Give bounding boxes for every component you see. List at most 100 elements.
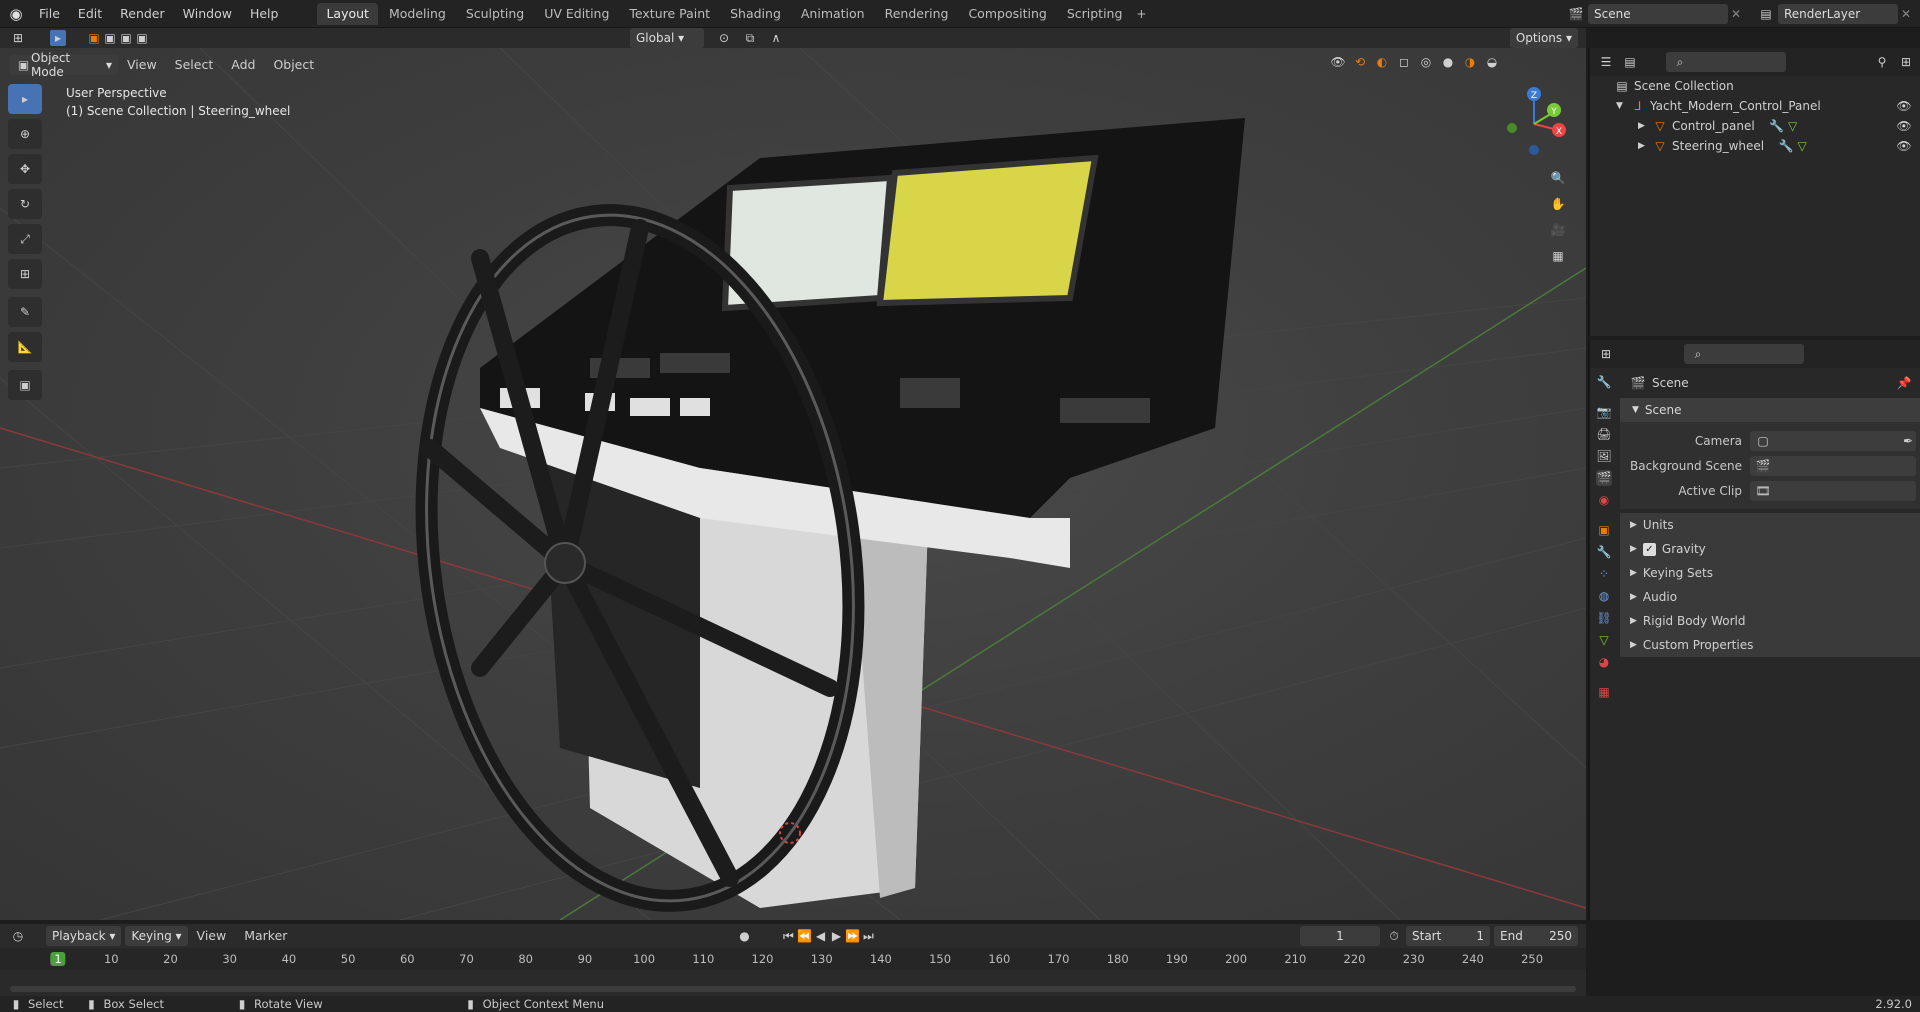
next-keyframe-icon[interactable]: ⏩ [844,928,860,944]
navigation-gizmo[interactable]: Z X Y [1490,80,1570,160]
jump-end-icon[interactable]: ⏭ [860,928,876,944]
select-invert-icon[interactable]: ▣ [134,30,150,46]
properties-search-input[interactable]: ⌕ [1684,344,1804,364]
shading-wireframe-icon[interactable]: ◎ [1418,54,1434,70]
modifier-tab-icon[interactable]: 🔧 [1596,544,1612,560]
tab-layout[interactable]: Layout [317,2,378,25]
timeline-scrollbar[interactable] [10,986,1576,992]
outliner-item[interactable]: ▼ ⅃ Yacht_Modern_Control_Panel 👁 [1590,96,1920,116]
tool-rotate[interactable]: ↻ [8,189,42,219]
record-icon[interactable]: ● [736,928,752,944]
render-layer-icon[interactable]: ▤ [1758,6,1774,22]
menu-help[interactable]: Help [241,3,288,25]
select-box-icon[interactable]: ▸ [50,30,66,46]
tool-measure[interactable]: 📐 [8,332,42,362]
preview-range-icon[interactable]: ⏱ [1386,928,1402,944]
new-collection-icon[interactable]: ⊞ [1898,54,1914,70]
eye-icon[interactable]: 👁 [1896,138,1912,154]
outliner-root[interactable]: ▤ Scene Collection [1590,76,1920,96]
ortho-grid-icon[interactable]: ▦ [1550,248,1566,264]
select-subtract-icon[interactable]: ▣ [118,30,134,46]
object-tab-icon[interactable]: ▣ [1596,522,1612,538]
eye-icon[interactable]: 👁 [1896,118,1912,134]
panel-scene[interactable]: ▼ Scene [1620,398,1920,422]
chevron-down-icon[interactable]: ▼ [1616,101,1630,111]
close-icon[interactable]: ✕ [1728,6,1744,22]
tab-shading[interactable]: Shading [721,3,790,25]
menu-edit[interactable]: Edit [69,3,111,25]
tab-animation[interactable]: Animation [792,3,874,25]
shading-rendered-icon[interactable]: ◒ [1484,54,1500,70]
tool-annotate[interactable]: ✎ [8,297,42,327]
editor-type-icon[interactable]: ⊞ [1598,346,1614,362]
panel-audio[interactable]: ▶ Audio [1620,585,1920,609]
blender-logo-icon[interactable]: ◉ [8,6,24,22]
keying-menu[interactable]: Keying ▾ [125,926,188,946]
output-tab-icon[interactable]: 🖨 [1596,426,1612,442]
menu-add[interactable]: Add [222,54,264,76]
physics-tab-icon[interactable]: ◍ [1596,588,1612,604]
playback-menu[interactable]: Playback ▾ [46,926,122,946]
proportional-edit-icon[interactable]: ∧ [768,30,784,46]
render-tab-icon[interactable]: 📷 [1596,404,1612,420]
end-frame-field[interactable]: End 250 [1494,926,1578,946]
visibility-icon[interactable]: 👁 [1330,54,1346,70]
tab-compositing[interactable]: Compositing [959,3,1055,25]
menu-select[interactable]: Select [166,54,223,76]
editor-type-icon[interactable]: ◷ [10,928,26,944]
play-icon[interactable]: ▶ [828,928,844,944]
outliner-item[interactable]: ▶ ▽ Steering_wheel 🔧 ▽ 👁 [1590,136,1920,156]
snap-icon[interactable]: ⧉ [742,30,758,46]
panel-rigid-body-world[interactable]: ▶ Rigid Body World [1620,609,1920,633]
scene-icon[interactable]: 🎬 [1568,6,1584,22]
scene-selector[interactable]: Scene [1588,3,1728,24]
chevron-right-icon[interactable]: ▶ [1638,141,1652,151]
gravity-checkbox[interactable]: ✓ [1642,542,1656,556]
camera-field[interactable]: ▢ ✒ [1750,430,1916,451]
eyedropper-icon[interactable]: ✒ [1900,433,1916,449]
select-extend-icon[interactable]: ▣ [102,30,118,46]
texture-tab-icon[interactable]: ▦ [1596,684,1612,700]
panel-gravity[interactable]: ▶ ✓ Gravity [1620,537,1920,561]
options-button[interactable]: Options ▾ [1509,28,1578,48]
add-workspace-icon[interactable]: + [1133,6,1149,22]
tool-add-cube[interactable]: ▣ [8,370,42,400]
tab-sculpting[interactable]: Sculpting [457,3,533,25]
tool-scale[interactable]: ⤢ [8,224,42,254]
start-frame-field[interactable]: Start 1 [1406,926,1490,946]
display-mode-icon[interactable]: ▤ [1622,54,1638,70]
outliner-search-input[interactable]: ⌕ [1666,52,1786,72]
tool-select-box[interactable]: ▸ [8,84,42,114]
tab-uv-editing[interactable]: UV Editing [535,3,618,25]
xray-icon[interactable]: ◻ [1396,54,1412,70]
current-frame-field[interactable]: 1 [1300,926,1380,946]
shading-material-icon[interactable]: ◑ [1462,54,1478,70]
scene-tab-icon[interactable]: 🎬 [1596,470,1612,486]
menu-window[interactable]: Window [174,3,241,25]
constraints-tab-icon[interactable]: ⛓ [1596,610,1612,626]
prev-keyframe-icon[interactable]: ⏪ [796,928,812,944]
panel-keying-sets[interactable]: ▶ Keying Sets [1620,561,1920,585]
menu-file[interactable]: File [30,3,69,25]
editor-type-icon[interactable]: ⊞ [10,30,26,46]
tab-rendering[interactable]: Rendering [876,3,958,25]
render-layer-selector[interactable]: RenderLayer [1778,3,1898,24]
tab-scripting[interactable]: Scripting [1058,3,1132,25]
particles-tab-icon[interactable]: ⁘ [1596,566,1612,582]
menu-view[interactable]: View [118,54,166,76]
panel-units[interactable]: ▶ Units [1620,513,1920,537]
jump-start-icon[interactable]: ⏮ [780,928,796,944]
eye-icon[interactable]: 👁 [1896,98,1912,114]
panel-custom-properties[interactable]: ▶ Custom Properties [1620,633,1920,657]
pan-hand-icon[interactable]: ✋ [1550,196,1566,212]
tool-cursor[interactable]: ⊕ [8,119,42,149]
tool-transform[interactable]: ⊞ [8,259,42,289]
3d-viewport[interactable]: ▸ ⊕ ✥ ↻ ⤢ ⊞ ✎ 📐 ▣ ▣ Object Mode ▾ View Se… [0,48,1586,920]
select-mode-icon[interactable]: ▣ [86,30,102,46]
pivot-icon[interactable]: ⊙ [716,30,732,46]
tab-texture-paint[interactable]: Texture Paint [620,3,719,25]
shading-solid-icon[interactable]: ● [1440,54,1456,70]
pin-icon[interactable]: 📌 [1896,375,1912,391]
active-clip-field[interactable]: 🎞 [1750,480,1916,501]
menu-render[interactable]: Render [111,3,174,25]
